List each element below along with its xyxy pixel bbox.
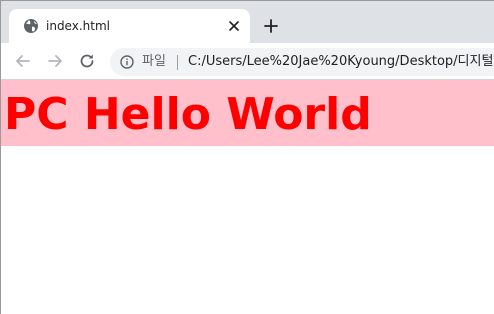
browser-window: index.html 파일 C:/Users/Lee%20Jae%20Kyoun… (0, 0, 494, 314)
reload-icon[interactable] (78, 52, 96, 70)
info-icon[interactable] (120, 55, 134, 69)
forward-arrow-icon[interactable] (46, 52, 64, 70)
page-heading: PC Hello World (4, 89, 372, 140)
url-text[interactable]: C:/Users/Lee%20Jae%20Kyoung/Desktop/디지털 (188, 54, 494, 70)
back-arrow-icon[interactable] (14, 52, 32, 70)
tab-strip: index.html (1, 1, 494, 43)
close-icon[interactable] (226, 18, 242, 34)
address-bar[interactable]: 파일 C:/Users/Lee%20Jae%20Kyoung/Desktop/디… (110, 48, 494, 76)
tab-title: index.html (46, 19, 110, 33)
scheme-label: 파일 (142, 54, 166, 69)
heading-banner: PC Hello World (1, 80, 494, 146)
new-tab-plus-icon[interactable] (263, 18, 279, 34)
tab-index-html[interactable]: index.html (9, 9, 250, 43)
page-content: PC Hello World (1, 80, 494, 314)
address-separator (177, 55, 178, 70)
globe-icon (24, 19, 38, 33)
browser-toolbar: 파일 C:/Users/Lee%20Jae%20Kyoung/Desktop/디… (1, 43, 494, 80)
